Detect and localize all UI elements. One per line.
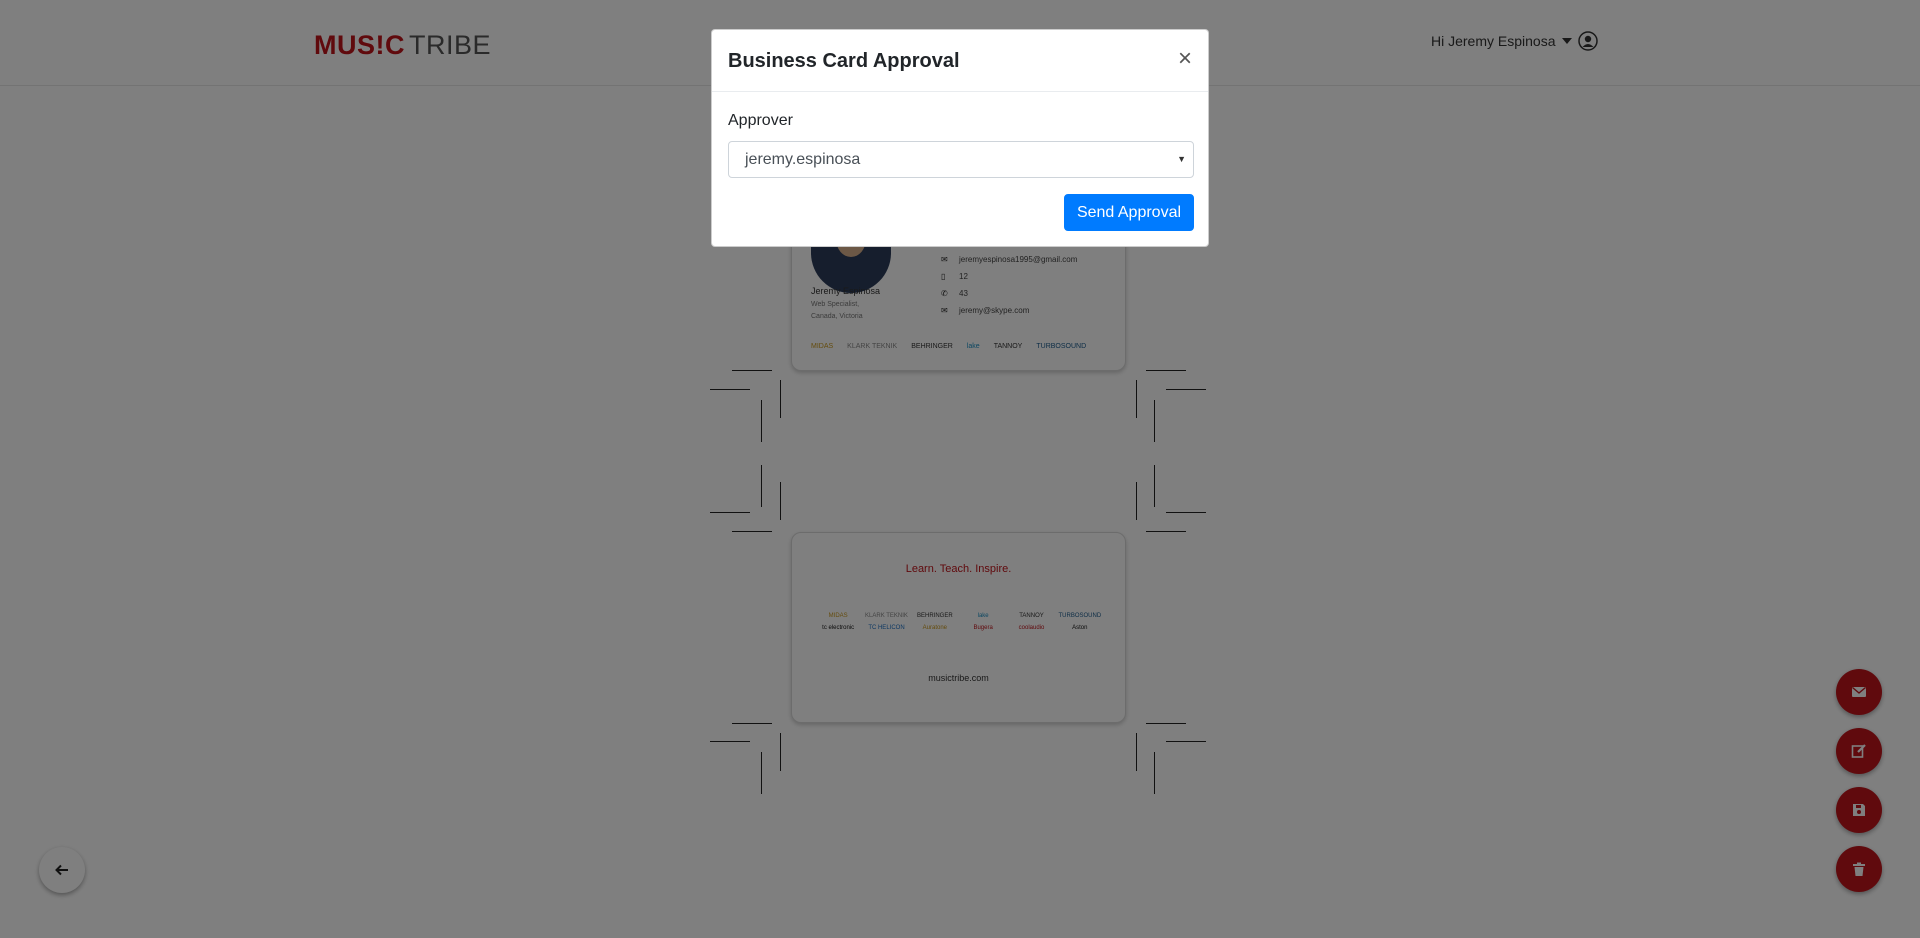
close-icon[interactable]: × — [1178, 47, 1192, 71]
approver-label: Approver — [728, 112, 793, 129]
modal-header: Business Card Approval × — [712, 30, 1208, 92]
modal-title: Business Card Approval — [728, 50, 960, 72]
approver-select[interactable]: jeremy.espinosa ▼ — [728, 141, 1194, 178]
approver-selected-value: jeremy.espinosa — [745, 151, 861, 168]
select-caret-icon: ▼ — [1177, 154, 1186, 164]
business-card-approval-modal: Business Card Approval × Approver jeremy… — [711, 29, 1209, 247]
send-approval-button[interactable]: Send Approval — [1064, 194, 1194, 231]
